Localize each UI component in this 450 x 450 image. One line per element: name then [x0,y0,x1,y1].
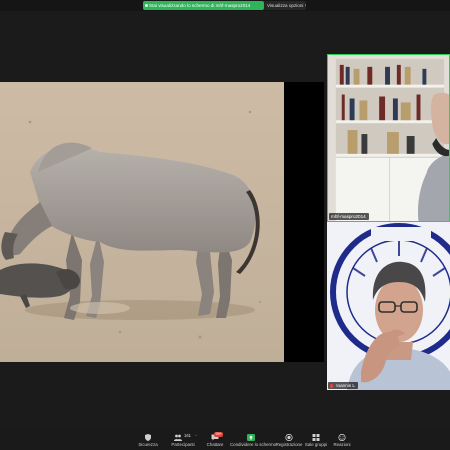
share-status-pill: Stai visualizzando lo schermo di mhf-mas… [143,1,264,10]
reactions-button[interactable]: Reazioni [330,430,354,450]
view-options-button[interactable]: Visualizza opzioni ˅ [264,1,306,10]
zebu-photo [0,82,284,362]
chat-label: Chattare [206,442,224,447]
participants-button[interactable]: 161 ^ Partecipanti [166,430,200,450]
participant-name-tag: mhf-maspro2014 [329,213,369,220]
share-status-text: Stai visualizzando lo schermo di mhf-mas… [149,3,251,8]
breakout-rooms-button[interactable]: Sale gruppi [304,430,328,450]
participant-name-tag: Ioannis L [328,382,358,389]
breakout-label: Sale gruppi [304,442,328,447]
chevron-down-icon: ˅ [305,3,306,8]
participant-tile[interactable]: mhf-maspro2014 [327,54,450,222]
participant-name: Ioannis L [336,383,355,388]
record-button[interactable]: Registrazione [275,430,303,450]
share-indicator-icon [145,4,148,7]
participant-name: mhf-maspro2014 [331,214,366,219]
chat-unread-badge: 99+ [214,432,224,437]
meeting-toolbar: Sicurezza 161 ^ Partecipanti 99+ Chattar… [0,430,450,450]
participant-count: 161 [184,433,191,438]
share-screen-label: Condividere lo schermo [230,442,277,447]
mic-muted-icon [330,383,333,388]
participant-video [327,222,450,390]
view-options-label: Visualizza opzioni [267,3,304,8]
share-screen-icon [247,434,255,441]
shared-screen[interactable] [0,82,284,362]
shield-icon [145,434,151,441]
top-share-bar: Stai visualizzando lo schermo di mhf-mas… [0,0,450,11]
participant-tile[interactable]: Ioannis L [327,222,450,390]
chevron-up-icon[interactable]: ^ [195,433,197,438]
share-screen-button[interactable]: Condividere lo schermo [230,430,277,450]
shared-screen-margin [284,82,324,362]
reactions-label: Reazioni [333,442,351,447]
record-icon [285,434,293,441]
reaction-icon [338,434,346,441]
security-button[interactable]: Sicurezza [134,430,162,450]
breakout-icon [312,434,320,441]
security-label: Sicurezza [138,442,158,447]
participant-video [328,55,449,221]
zoom-meeting-window: Stai visualizzando lo schermo di mhf-mas… [0,0,450,450]
participants-label: Partecipanti [171,442,195,447]
chat-button[interactable]: 99+ Chattare [202,430,228,450]
people-icon [174,434,182,441]
record-label: Registrazione [275,442,303,447]
